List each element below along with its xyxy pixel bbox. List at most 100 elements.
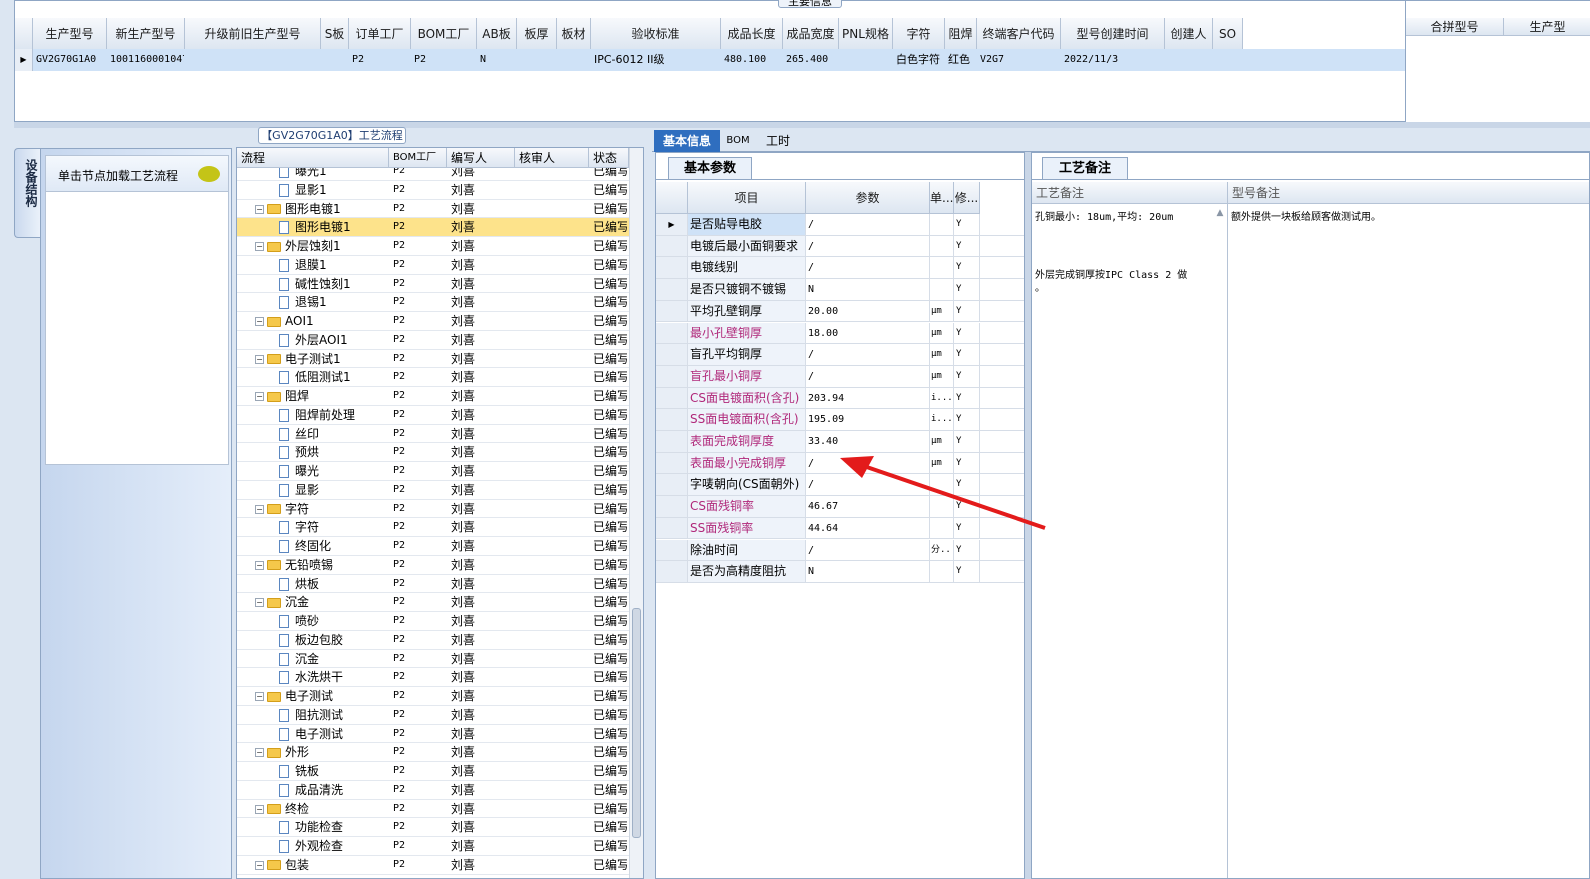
param-value[interactable]: N — [806, 279, 930, 300]
tree-node-step[interactable]: 显影1 P2 刘喜 已编写 — [237, 181, 629, 200]
tree-node-step[interactable]: 退膜1 P2 刘喜 已编写 — [237, 256, 629, 275]
param-value[interactable]: 203.94 — [806, 387, 930, 409]
column-header[interactable]: 创建人 — [1165, 18, 1213, 50]
tree-node-step[interactable]: 烘板 P2 刘喜 已编写 — [237, 575, 629, 594]
tree-node-step[interactable]: 曝光1 P2 刘喜 已编写 — [237, 168, 629, 181]
tree-node-step[interactable]: 沉金 P2 刘喜 已编写 — [237, 650, 629, 669]
collapse-icon[interactable]: − — [255, 560, 264, 570]
tab-basic-info[interactable]: 基本信息 — [654, 130, 720, 152]
param-row[interactable]: 盲孔平均铜厚 / μm Y — [656, 344, 1024, 366]
column-header[interactable]: 阻焊 — [945, 18, 977, 50]
tab-basic-params[interactable]: 基本参数 — [668, 157, 752, 179]
data-cell[interactable]: 2022/11/3 — [1064, 49, 1164, 71]
param-value[interactable]: 20.00 — [806, 300, 930, 322]
column-header[interactable]: 升级前旧生产型号 — [185, 18, 321, 50]
param-row[interactable]: CS面电镀面积(含孔) 203.94 i... Y — [656, 387, 1024, 410]
equipment-structure-tab[interactable]: 设备结构 — [14, 148, 40, 238]
tree-node-step[interactable]: 碱性蚀刻1 P2 刘喜 已编写 — [237, 275, 629, 294]
side-col-header[interactable]: 生产型 — [1504, 18, 1590, 36]
main-info-data-row[interactable]: ▶GV2G70G1A010011600010478P2P2NIPC-6012 I… — [15, 49, 1405, 71]
tree-node-step[interactable]: 电子测试 P2 刘喜 已编写 — [237, 725, 629, 744]
param-row[interactable]: 是否为高精度阻抗 N Y — [656, 561, 1024, 583]
param-modify-flag[interactable]: Y — [954, 235, 980, 257]
column-header[interactable]: 新生产型号 — [107, 18, 185, 50]
tree-node-step[interactable]: 成品清洗 P2 刘喜 已编写 — [237, 781, 629, 800]
data-cell[interactable] — [188, 49, 320, 71]
param-row[interactable]: 电镀后最小面铜要求 / Y — [656, 235, 1024, 258]
tree-node-group[interactable]: − 沉金 P2 刘喜 已编写 — [237, 593, 629, 613]
tree-node-step[interactable]: 板边包胶 P2 刘喜 已编写 — [237, 631, 629, 650]
tree-column-header[interactable]: 核审人 — [515, 148, 589, 168]
collapse-icon[interactable]: − — [255, 317, 264, 326]
param-modify-flag[interactable]: Y — [954, 409, 980, 430]
tree-node-group[interactable]: − 阻焊 P2 刘喜 已编写 — [237, 387, 629, 406]
data-cell[interactable]: V2G7 — [980, 49, 1060, 71]
column-header[interactable]: 字符 — [893, 18, 945, 50]
tree-node-group[interactable]: − 电子测试1 P2 刘喜 已编写 — [237, 350, 629, 369]
tree-node-step[interactable]: 预烘 P2 刘喜 已编写 — [237, 443, 629, 463]
column-header[interactable]: 成品长度 — [721, 18, 783, 50]
data-cell[interactable] — [1216, 49, 1242, 71]
param-value[interactable]: 18.00 — [806, 322, 930, 344]
collapse-icon[interactable]: − — [255, 354, 264, 364]
param-value[interactable]: / — [806, 257, 930, 279]
tree-node-step[interactable]: 水洗烘干 P2 刘喜 已编写 — [237, 668, 629, 688]
data-cell[interactable] — [560, 49, 590, 71]
param-value[interactable]: 33.40 — [806, 431, 930, 452]
param-modify-flag[interactable]: Y — [954, 561, 980, 582]
param-modify-flag[interactable]: Y — [954, 431, 980, 452]
tree-node-step[interactable]: 曝光 P2 刘喜 已编写 — [237, 462, 629, 481]
data-cell[interactable]: P2 — [352, 49, 410, 71]
side-col-header[interactable]: 合拼型号 — [1406, 18, 1504, 36]
tab-process-notes[interactable]: 工艺备注 — [1042, 157, 1128, 179]
collapse-icon[interactable]: − — [255, 748, 264, 758]
tree-node-step[interactable]: 图形电镀1 P2 刘喜 已编写 — [237, 218, 629, 238]
data-cell[interactable] — [324, 49, 348, 71]
data-cell[interactable]: 红色 — [948, 49, 976, 71]
model-note-text[interactable]: 额外提供一块板给顾客做测试用。 — [1231, 208, 1381, 223]
data-cell[interactable]: 白色字符 — [896, 49, 944, 71]
tree-node-step[interactable]: 显影 P2 刘喜 已编写 — [237, 481, 629, 500]
param-value[interactable]: 195.09 — [806, 409, 930, 430]
collapse-icon[interactable]: − — [255, 204, 264, 214]
column-header[interactable]: 成品宽度 — [783, 18, 839, 50]
tree-node-step[interactable]: 喷砂 P2 刘喜 已编写 — [237, 612, 629, 631]
param-modify-flag[interactable]: Y — [954, 214, 980, 235]
tab-work-hours[interactable]: 工时 — [758, 130, 798, 152]
column-header[interactable]: 终端客户代码 — [977, 18, 1061, 50]
data-cell[interactable]: IPC-6012 II级 — [594, 49, 720, 71]
param-value[interactable]: / — [806, 344, 930, 365]
tree-column-header[interactable]: 编写人 — [447, 148, 515, 168]
collapse-icon[interactable]: − — [255, 804, 264, 814]
collapse-icon[interactable]: − — [255, 392, 264, 401]
param-modify-flag[interactable]: Y — [954, 344, 980, 365]
column-header[interactable]: S板 — [321, 18, 349, 50]
column-header[interactable]: 订单工厂 — [349, 18, 411, 50]
param-modify-flag[interactable]: Y — [954, 365, 980, 387]
param-modify-flag[interactable]: Y — [954, 257, 980, 279]
tree-node-step[interactable]: 外层AOI1 P2 刘喜 已编写 — [237, 331, 629, 350]
param-modify-flag[interactable]: Y — [954, 539, 980, 561]
tree-node-step[interactable]: 退锡1 P2 刘喜 已编写 — [237, 293, 629, 313]
process-note-cell[interactable]: 孔铜最小: 18um,平均: 20um 外层完成铜厚按IPC Class 2 做… — [1032, 204, 1228, 878]
param-modify-flag[interactable]: Y — [954, 300, 980, 322]
collapse-icon[interactable]: − — [255, 598, 264, 608]
data-cell[interactable]: 265.400 — [786, 49, 838, 71]
param-value[interactable]: / — [806, 235, 930, 257]
param-value[interactable]: / — [806, 365, 930, 387]
column-header[interactable]: 板材 — [557, 18, 591, 50]
tree-node-group[interactable]: − 包装 P2 刘喜 已编写 — [237, 856, 629, 875]
tree-node-group[interactable]: − 图形电镀1 P2 刘喜 已编写 — [237, 200, 629, 219]
data-cell[interactable]: N — [480, 49, 516, 71]
tree-node-group[interactable]: − 外层蚀刻1 P2 刘喜 已编写 — [237, 237, 629, 256]
data-cell[interactable]: 10011600010478 — [110, 49, 184, 71]
note-scroll-up-icon[interactable]: ▲ — [1214, 208, 1226, 220]
tree-node-step[interactable]: 字符 P2 刘喜 已编写 — [237, 518, 629, 538]
notes-col-model[interactable]: 型号备注 — [1228, 182, 1589, 204]
collapse-icon[interactable]: − — [255, 242, 264, 251]
tree-node-group[interactable]: − 无铅喷锡 P2 刘喜 已编写 — [237, 556, 629, 575]
column-header[interactable]: BOM工厂 — [411, 18, 477, 50]
param-row[interactable]: 是否只镀铜不镀锡 N Y — [656, 279, 1024, 301]
column-header[interactable]: PNL规格 — [839, 18, 893, 50]
param-row[interactable]: 盲孔最小铜厚 / μm Y — [656, 365, 1024, 388]
